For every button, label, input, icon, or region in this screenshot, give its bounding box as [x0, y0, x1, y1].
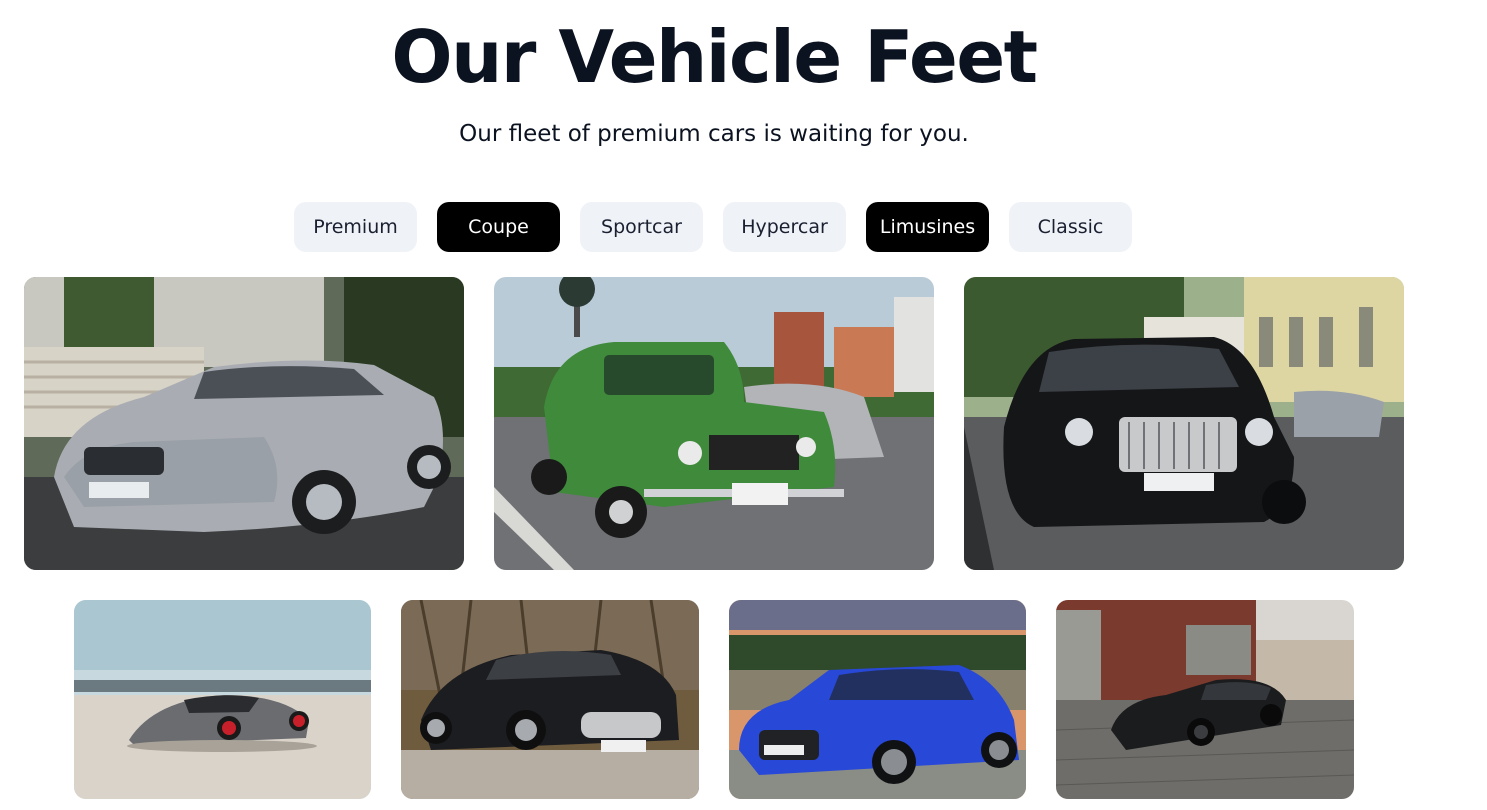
car-card-renault-classic[interactable] — [494, 277, 934, 570]
car-photo-audi — [729, 600, 1026, 799]
page-subtitle: Our fleet of premium cars is waiting for… — [459, 121, 969, 147]
page-title: Our Vehicle Feet — [391, 15, 1038, 99]
car-card-audi-a7-black[interactable] — [1056, 600, 1354, 799]
car-photo-renault — [494, 277, 934, 570]
car-photo-bmw — [24, 277, 464, 570]
tab-hypercar[interactable]: Hypercar — [723, 202, 846, 252]
car-card-chrysler-limousine[interactable] — [964, 277, 1404, 570]
car-photo-maserati — [401, 600, 699, 799]
tab-premium[interactable]: Premium — [294, 202, 417, 252]
tab-classic[interactable]: Classic — [1009, 202, 1132, 252]
tab-limusines[interactable]: Limusines — [866, 202, 989, 252]
tab-coupe[interactable]: Coupe — [437, 202, 560, 252]
car-photo-audi-black — [1056, 600, 1354, 799]
car-card-bmw-gran-coupe[interactable] — [24, 277, 464, 570]
car-card-audi-rs6[interactable] — [729, 600, 1026, 799]
car-card-maserati-coupe[interactable] — [401, 600, 699, 799]
car-photo-lamborghini — [74, 600, 371, 799]
tab-sportcar[interactable]: Sportcar — [580, 202, 703, 252]
fleet-section: Our Vehicle Feet Our fleet of premium ca… — [0, 0, 1487, 810]
car-card-lamborghini-hypercar[interactable] — [74, 600, 371, 799]
category-filter-tabs: Premium Coupe Sportcar Hypercar Limusine… — [294, 202, 1132, 252]
car-photo-chrysler — [964, 277, 1404, 570]
